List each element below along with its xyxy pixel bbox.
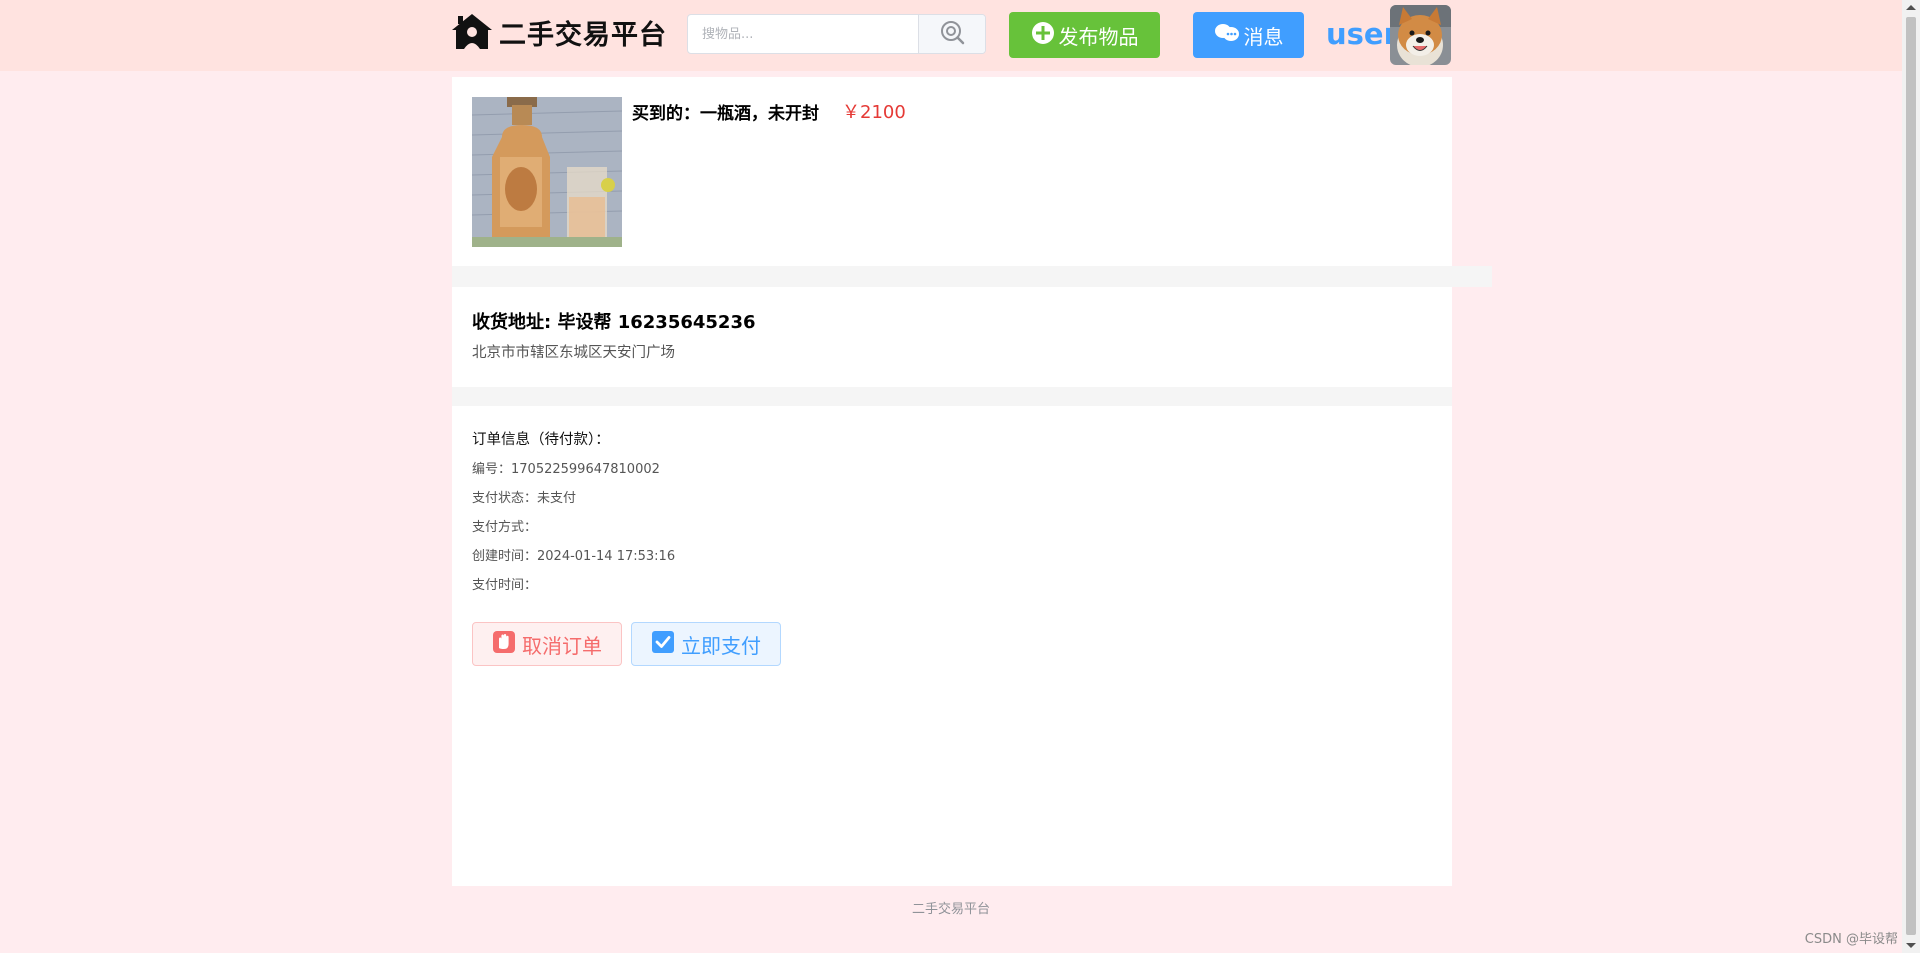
watermark: CSDN @毕设帮 [1804, 932, 1898, 947]
publish-button[interactable]: 发布物品 [1009, 12, 1160, 58]
row-label: 支付状态： [472, 491, 538, 506]
vertical-scrollbar[interactable] [1902, 0, 1920, 953]
shipping-address: 收货地址: 毕设帮 16235645236 北京市市辖区东城区天安门广场 [452, 287, 1452, 387]
cancel-label: 取消订单 [522, 633, 602, 658]
order-info: 订单信息（待付款）： 编号：170522599647810002 支付状态：未支… [452, 406, 1452, 886]
checkbox-icon [651, 630, 681, 659]
section-divider [452, 387, 1452, 406]
payment-status: 未支付 [537, 491, 577, 506]
pay-label: 立即支付 [681, 633, 761, 658]
row-label: 支付方式： [472, 520, 538, 535]
pay-now-button[interactable]: 立即支付 [631, 622, 781, 666]
footer-text: 二手交易平台 [911, 902, 990, 917]
row-label: 支付时间： [472, 578, 538, 593]
created-time: 2024-01-14 17:53:16 [537, 549, 676, 564]
username-link[interactable]: user [1326, 17, 1398, 51]
payment-method-row: 支付方式： [472, 516, 537, 535]
hand-stop-icon [492, 630, 522, 659]
paid-time-row: 支付时间： [472, 574, 537, 593]
order-number-row: 编号：170522599647810002 [472, 458, 660, 477]
search-bar [687, 14, 986, 54]
scroll-down-arrow-icon[interactable] [1906, 943, 1916, 948]
address-detail: 北京市市辖区东城区天安门广场 [472, 345, 675, 361]
row-label: 编号： [472, 462, 512, 477]
publish-label: 发布物品 [1058, 24, 1139, 49]
scroll-thumb[interactable] [1906, 17, 1916, 935]
house-icon [451, 13, 493, 51]
order-heading: 订单信息（待付款）： [472, 432, 610, 448]
avatar[interactable] [1390, 5, 1451, 65]
top-header: 二手交易平台 发布物品 [0, 0, 1902, 71]
product-summary: 买到的：一瓶酒，未开封 ￥2100 [452, 77, 1452, 266]
message-label: 消息 [1243, 24, 1284, 49]
order-detail-panel: 买到的：一瓶酒，未开封 ￥2100 收货地址: 毕设帮 16235645236 … [452, 77, 1492, 886]
created-time-row: 创建时间：2024-01-14 17:53:16 [472, 545, 675, 564]
order-number: 170522599647810002 [511, 462, 660, 477]
site-logo[interactable]: 二手交易平台 [451, 9, 667, 55]
plus-circle-icon [1031, 21, 1059, 50]
product-price: ￥2100 [842, 102, 906, 123]
search-button[interactable] [918, 15, 985, 53]
payment-status-row: 支付状态：未支付 [472, 487, 576, 506]
message-button[interactable]: 消息 [1193, 12, 1304, 58]
product-image[interactable] [472, 97, 622, 247]
scroll-up-arrow-icon[interactable] [1906, 5, 1916, 10]
cancel-order-button[interactable]: 取消订单 [472, 622, 622, 666]
section-divider [452, 266, 1492, 287]
search-icon [939, 19, 965, 49]
row-label: 创建时间： [472, 549, 538, 564]
chat-bubbles-icon [1214, 22, 1244, 49]
search-input[interactable] [688, 15, 918, 53]
site-title: 二手交易平台 [499, 19, 667, 51]
address-header: 收货地址: 毕设帮 16235645236 [472, 312, 756, 333]
product-title: 买到的：一瓶酒，未开封 [632, 104, 819, 124]
